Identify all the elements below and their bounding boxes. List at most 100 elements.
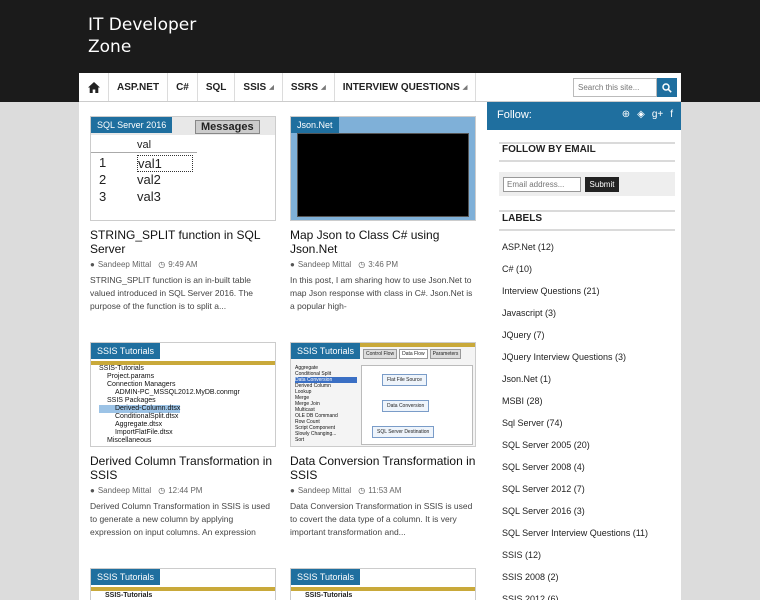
label-link[interactable]: SSIS 2012 (6) bbox=[502, 588, 672, 600]
nav-home[interactable] bbox=[79, 73, 109, 101]
label-link[interactable]: MSBI (28) bbox=[502, 390, 672, 412]
post-title[interactable]: Map Json to Class C# using Json.Net bbox=[290, 228, 476, 256]
designer-tab: Data Flow bbox=[399, 349, 428, 359]
post-card: SSIS Tutorials SSIS-Tutorials bbox=[290, 568, 476, 600]
user-icon: ● bbox=[90, 260, 95, 269]
nav-item-sql[interactable]: SQL bbox=[198, 73, 236, 101]
label-link[interactable]: SQL Server 2016 (3) bbox=[502, 500, 672, 522]
label-link[interactable]: SQL Server Interview Questions (11) bbox=[502, 522, 672, 544]
tree-node: Miscellaneous bbox=[107, 437, 152, 444]
designer-tabs: Control Flow Data Flow Parameters bbox=[363, 349, 462, 359]
designer-tab: Parameters bbox=[429, 349, 462, 359]
tree-node: SSIS Packages bbox=[107, 397, 156, 404]
label-link[interactable]: SQL Server 2008 (4) bbox=[502, 456, 672, 478]
data-flow-component: Flat File Source bbox=[382, 374, 428, 386]
email-field[interactable] bbox=[503, 177, 581, 192]
user-icon: ● bbox=[290, 260, 295, 269]
tree-node: Aggregate.dtsx bbox=[115, 421, 163, 428]
post-time: 9:49 AM bbox=[168, 260, 198, 269]
label-link[interactable]: SQL Server 2012 (7) bbox=[502, 478, 672, 500]
row-value: val2 bbox=[137, 172, 161, 187]
search-button[interactable] bbox=[657, 78, 677, 97]
home-icon bbox=[87, 81, 100, 93]
nav-item-label: SQL bbox=[205, 81, 227, 93]
facebook-icon[interactable]: f bbox=[670, 109, 673, 120]
label-link[interactable]: JQuery (7) bbox=[502, 324, 672, 346]
post-title[interactable]: Derived Column Transformation in SSIS bbox=[90, 454, 276, 482]
post-excerpt: Data Conversion Transformation in SSIS i… bbox=[290, 501, 473, 537]
labels-title: LABELS bbox=[502, 213, 542, 224]
search-icon bbox=[662, 82, 672, 93]
post-label-badge[interactable]: SSIS Tutorials bbox=[91, 569, 161, 585]
label-link[interactable]: Interview Questions (21) bbox=[502, 280, 672, 302]
post-meta: ● Sandeep Mittal ◷ 12:44 PM bbox=[90, 486, 276, 495]
nav-item-label: ASP.NET bbox=[117, 81, 160, 93]
post-author[interactable]: Sandeep Mittal bbox=[298, 260, 351, 269]
post-thumbnail[interactable]: Json.Net bbox=[290, 116, 476, 221]
label-link[interactable]: JQuery Interview Questions (3) bbox=[502, 346, 672, 368]
row-value: val3 bbox=[137, 189, 161, 204]
post-meta: ● Sandeep Mittal ◷ 3:46 PM bbox=[290, 260, 476, 269]
label-link[interactable]: SSIS (12) bbox=[502, 544, 672, 566]
post-label-badge[interactable]: SSIS Tutorials bbox=[291, 343, 361, 359]
post-thumbnail[interactable]: SSIS Tutorials SSIS-Tutorials bbox=[90, 568, 276, 600]
post-title[interactable]: Data Conversion Transformation in SSIS bbox=[290, 454, 476, 482]
search-input[interactable] bbox=[573, 78, 657, 97]
post-title[interactable]: STRING_SPLIT function in SQL Server bbox=[90, 228, 276, 256]
post-card: SSIS Tutorials Aggregate Conditional Spli… bbox=[290, 342, 476, 539]
post-label-badge[interactable]: SSIS Tutorials bbox=[91, 343, 161, 359]
clock-icon: ◷ bbox=[158, 486, 166, 495]
post-label-badge[interactable]: SSIS Tutorials bbox=[291, 569, 361, 585]
post-thumbnail[interactable]: SSIS Tutorials Aggregate Conditional Spli… bbox=[290, 342, 476, 447]
row-number: 3 bbox=[99, 189, 107, 204]
rss-icon[interactable]: ⊕ bbox=[622, 109, 630, 120]
nav-item-label: SSIS bbox=[243, 81, 267, 93]
nav-item-c-[interactable]: C# bbox=[168, 73, 198, 101]
google-plus-icon[interactable]: g+ bbox=[652, 109, 663, 120]
nav-item-ssis[interactable]: SSIS ◢ bbox=[235, 73, 283, 101]
post-meta: ● Sandeep Mittal ◷ 9:49 AM bbox=[90, 260, 276, 269]
post-author[interactable]: Sandeep Mittal bbox=[98, 486, 151, 495]
toolbox-item: Sort bbox=[295, 437, 305, 443]
site-title[interactable]: IT Developer Zone bbox=[88, 14, 228, 58]
tree-node: SSIS-Tutorials bbox=[99, 365, 144, 372]
nav-item-interview-questions[interactable]: INTERVIEW QUESTIONS ◢ bbox=[335, 73, 477, 101]
tree-root: SSIS-Tutorials bbox=[105, 592, 153, 599]
follow-bar: Follow: ⊕ ◈ g+ f bbox=[487, 102, 681, 130]
nav-item-label: C# bbox=[176, 81, 189, 93]
post-thumbnail[interactable]: SQL Server 2016 Messages val 1 val1 2 va… bbox=[90, 116, 276, 221]
label-link[interactable]: Sql Server (74) bbox=[502, 412, 672, 434]
column-header: val bbox=[137, 139, 152, 151]
label-link[interactable]: ASP.Net (12) bbox=[502, 236, 672, 258]
post-label-badge[interactable]: SQL Server 2016 bbox=[91, 117, 173, 133]
tree-node: Project.params bbox=[107, 373, 155, 380]
post-excerpt: Derived Column Transformation in SSIS is… bbox=[90, 501, 270, 537]
label-link[interactable]: SSIS 2008 (2) bbox=[502, 566, 672, 588]
submit-button[interactable]: Submit bbox=[585, 177, 619, 192]
post-time: 3:46 PM bbox=[368, 260, 398, 269]
twitter-icon[interactable]: ◈ bbox=[637, 109, 645, 120]
post-card: Json.Net Map Json to Class C# using Json… bbox=[290, 116, 476, 313]
tree-node: Derived-Column.dtsx bbox=[99, 405, 181, 413]
post-label-badge[interactable]: Json.Net bbox=[291, 117, 339, 133]
post-thumbnail[interactable]: SSIS Tutorials SSIS-Tutorials Project.par… bbox=[90, 342, 276, 447]
messages-tab: Messages bbox=[195, 120, 260, 134]
main-nav: ASP.NET C# SQL SSIS ◢ SSRS ◢ INTERVIEW QUESTION… bbox=[79, 73, 681, 102]
post-author[interactable]: Sandeep Mittal bbox=[98, 260, 151, 269]
label-link[interactable]: C# (10) bbox=[502, 258, 672, 280]
label-link[interactable]: SQL Server 2005 (20) bbox=[502, 434, 672, 456]
post-thumbnail[interactable]: SSIS Tutorials SSIS-Tutorials bbox=[290, 568, 476, 600]
row-number: 2 bbox=[99, 172, 107, 187]
nav-item-asp-net[interactable]: ASP.NET bbox=[109, 73, 169, 101]
dropdown-caret-icon: ◢ bbox=[321, 84, 326, 91]
post-card: SSIS Tutorials SSIS-Tutorials bbox=[90, 568, 276, 600]
label-link[interactable]: Json.Net (1) bbox=[502, 368, 672, 390]
nav-item-ssrs[interactable]: SSRS ◢ bbox=[283, 73, 335, 101]
post-excerpt: STRING_SPLIT function is an in-built tab… bbox=[90, 275, 254, 311]
label-link[interactable]: Javascript (3) bbox=[502, 302, 672, 324]
user-icon: ● bbox=[90, 486, 95, 495]
clock-icon: ◷ bbox=[358, 486, 366, 495]
tree-node: Connection Managers bbox=[107, 381, 176, 388]
divider bbox=[499, 210, 675, 212]
post-author[interactable]: Sandeep Mittal bbox=[298, 486, 351, 495]
